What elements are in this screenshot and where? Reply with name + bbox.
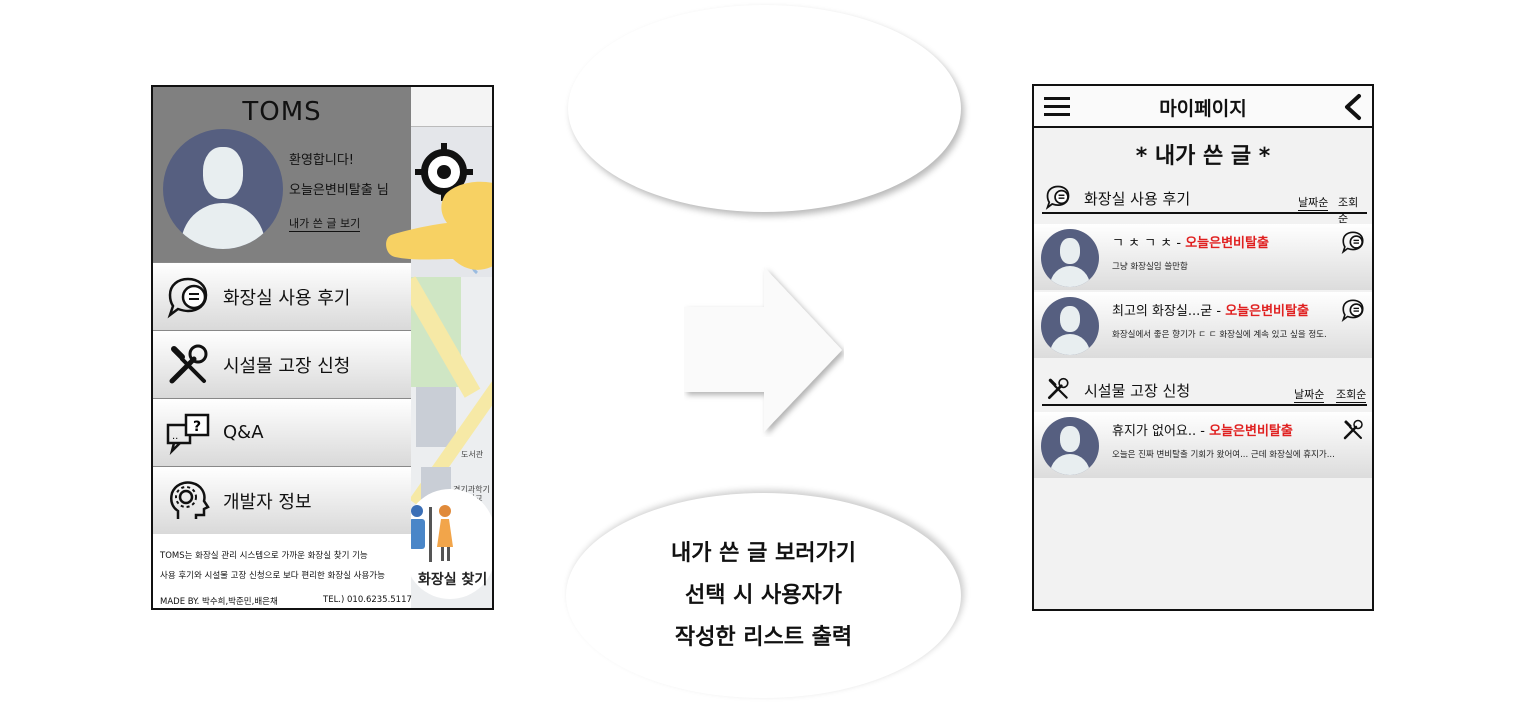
post-author: 오늘은변비탈출 [1225, 304, 1309, 319]
menu-item-repair[interactable]: 시설물 고장 신청 [153, 330, 411, 398]
speech-bubble-top [568, 5, 961, 212]
greeting-text: 환영합니다! [289, 153, 355, 168]
wrench-screwdriver-icon [1047, 377, 1069, 400]
crosshair-tick [441, 143, 447, 153]
footer-made-by: MADE BY. 박수희,박준민,배은채 [160, 597, 278, 607]
caption-line-2: 선택 시 사용자가 [685, 582, 842, 608]
section-header-review: 화장실 사용 후기 날짜순 조회순 [1042, 184, 1367, 227]
post-title: 휴지가 없어요.. - 오늘은변비탈출 [1112, 424, 1293, 439]
post-card[interactable]: 최고의 화장실...굳 - 오늘은변비탈출 화장실에서 좋은 향기가 ㄷ ㄷ 화… [1034, 292, 1372, 358]
question-chat-icon: ? .. [153, 399, 223, 467]
post-preview: 그냥 화장실임 쓸만함 [1112, 262, 1188, 272]
app-brand: TOMS [242, 97, 322, 127]
speech-bubble-caption: 내가 쓴 글 보러가기 선택 시 사용자가 작성한 리스트 출력 [566, 493, 961, 698]
post-author: 오늘은변비탈출 [1185, 236, 1269, 251]
footer-tel: TEL.) 010.6235.5117 [323, 595, 412, 605]
back-chevron-icon[interactable] [1341, 93, 1365, 121]
avatar [1041, 297, 1099, 355]
user-nickname: 오늘은변비탈출 님 [289, 183, 389, 198]
footer-description-1: TOMS는 화장실 관리 시스템으로 가까운 화장실 찾기 기능 [160, 551, 368, 561]
section-header-repair: 시설물 고장 신청 날짜순 조회순 [1042, 376, 1367, 406]
map-label-library: 도서관 [461, 450, 484, 459]
avatar [163, 129, 283, 249]
sort-by-date-link[interactable]: 날짜순 [1298, 194, 1329, 211]
menu-item-qna[interactable]: ? .. Q&A [153, 398, 411, 466]
my-posts-link[interactable]: 내가 쓴 글 보기 [289, 215, 361, 232]
post-title: 최고의 화장실...굳 - 오늘은변비탈출 [1112, 304, 1309, 319]
avatar [1041, 229, 1099, 287]
caption-line-3: 작성한 리스트 출력 [674, 624, 853, 650]
crosshair-tick [463, 169, 473, 175]
avatar [1041, 417, 1099, 475]
section-label-review: 화장실 사용 후기 [1084, 190, 1191, 208]
chat-bubble-icon [1341, 231, 1364, 254]
section-label-repair: 시설물 고장 신청 [1084, 382, 1191, 400]
sort-by-date-link[interactable]: 날짜순 [1294, 386, 1325, 403]
map-top-bar [411, 87, 492, 127]
svg-text:..: .. [172, 431, 178, 442]
drawer-header: TOMS 환영합니다! 오늘은변비탈출 님 내가 쓴 글 보기 [153, 87, 411, 262]
post-card[interactable]: 휴지가 없어요.. - 오늘은변비탈출 오늘은 진짜 변비탈출 기회가 왔어여.… [1034, 412, 1372, 478]
wrench-screwdriver-icon [1343, 419, 1363, 440]
post-preview: 오늘은 진짜 변비탈출 기회가 왔어여... 근데 화장실에 휴지가... [1112, 450, 1335, 460]
menu-label-qna: Q&A [223, 422, 264, 443]
post-card[interactable]: ㄱ ㅊ ㄱ ㅊ - 오늘은변비탈출 그냥 화장실임 쓸만함 [1034, 224, 1372, 290]
find-toilet-label: 화장실 찾기 [418, 572, 488, 588]
chat-bubble-icon [1045, 185, 1070, 210]
map-building [416, 387, 456, 447]
footer-description-2: 사용 후기와 시설물 고장 신청으로 보다 편리한 화장실 사용가능 [160, 571, 385, 581]
post-preview: 화장실에서 좋은 향기가 ㄷ ㄷ 화장실에 계속 있고 싶을 정도. [1112, 330, 1327, 340]
caption-line-1: 내가 쓴 글 보러가기 [671, 540, 856, 566]
crosshair-tick [415, 169, 425, 175]
chat-bubble-icon [1341, 299, 1364, 322]
sort-by-views-link[interactable]: 조회순 [1336, 386, 1367, 403]
menu-label-repair: 시설물 고장 신청 [223, 355, 351, 377]
svg-text:?: ? [193, 419, 201, 435]
post-title: ㄱ ㅊ ㄱ ㅊ - 오늘은변비탈출 [1112, 236, 1269, 251]
page-title: 마이페이지 [1159, 98, 1247, 120]
chat-bubble-icon [153, 263, 223, 331]
my-posts-heading: * 내가 쓴 글 * [1135, 144, 1271, 169]
side-drawer: TOMS 환영합니다! 오늘은변비탈출 님 내가 쓴 글 보기 화장실 사용 후… [153, 87, 412, 608]
menu-label-review: 화장실 사용 후기 [223, 287, 351, 309]
restroom-icon [409, 505, 453, 562]
head-gear-icon [153, 467, 223, 535]
wrench-screwdriver-icon [153, 331, 223, 399]
left-phone-screen: 도서관 경기과학기술대학교 화장실 찾기 TOMS 환영합니다! 오늘은변비탈출… [151, 85, 494, 610]
right-phone-screen: 마이페이지 * 내가 쓴 글 * 화장실 사용 후기 날짜순 조회순 ㄱ ㅊ ㄱ… [1032, 84, 1374, 611]
menu-item-review[interactable]: 화장실 사용 후기 [153, 262, 411, 330]
menu-item-developer[interactable]: 개발자 정보 [153, 466, 411, 534]
post-author: 오늘은변비탈출 [1209, 424, 1293, 439]
top-app-bar: 마이페이지 [1034, 86, 1372, 128]
tap-hand-icon [386, 181, 492, 275]
menu-label-developer: 개발자 정보 [223, 491, 312, 513]
sort-by-views-link[interactable]: 조회순 [1338, 194, 1367, 227]
right-arrow-icon [684, 267, 842, 432]
